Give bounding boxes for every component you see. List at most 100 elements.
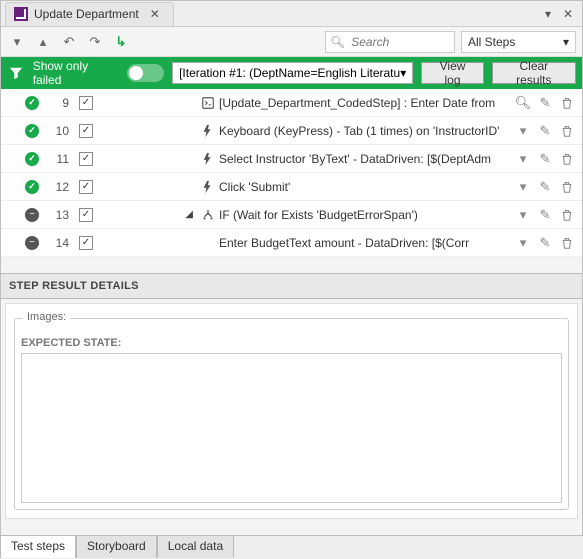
delete-step-icon[interactable] bbox=[556, 152, 578, 166]
enable-checkbox[interactable]: ✓ bbox=[75, 180, 97, 194]
step-extra-icon[interactable]: ▾ bbox=[512, 235, 534, 251]
tree-expander[interactable]: ◢ bbox=[97, 209, 197, 220]
expected-state-label: EXPECTED STATE: bbox=[21, 337, 562, 349]
delete-step-icon[interactable] bbox=[556, 236, 578, 250]
status-cell: ✓ bbox=[21, 96, 43, 110]
step-type-icon bbox=[197, 208, 219, 222]
edit-step-icon[interactable]: ✎ bbox=[534, 151, 556, 167]
step-type-icon bbox=[197, 236, 219, 250]
details-panel: Images: EXPECTED STATE: bbox=[5, 303, 578, 519]
steps-table: ✓9✓[Update_Department_CodedStep] : Enter… bbox=[1, 89, 582, 257]
close-tab-icon[interactable]: ✕ bbox=[145, 5, 165, 23]
status-notrun-icon: − bbox=[25, 236, 39, 250]
table-row[interactable]: −14✓ Enter BudgetText amount - DataDriven… bbox=[1, 229, 582, 257]
enable-checkbox[interactable]: ✓ bbox=[75, 152, 97, 166]
undo-icon[interactable]: ↶ bbox=[59, 32, 79, 52]
window-menu-icon[interactable]: ▾ bbox=[538, 5, 558, 23]
tab-local-data[interactable]: Local data bbox=[157, 535, 234, 558]
edit-step-icon[interactable]: ✎ bbox=[534, 235, 556, 251]
status-cell: ✓ bbox=[21, 124, 43, 138]
clear-results-button[interactable]: Clear results bbox=[492, 62, 576, 84]
table-row[interactable]: ✓12✓Click 'Submit'▾✎ bbox=[1, 173, 582, 201]
filter-icon bbox=[7, 64, 25, 82]
status-cell: ✓ bbox=[21, 180, 43, 194]
step-number: 14 bbox=[43, 236, 75, 250]
delete-step-icon[interactable] bbox=[556, 180, 578, 194]
edit-step-icon[interactable]: ✎ bbox=[534, 179, 556, 195]
details-header: STEP RESULT DETAILS bbox=[1, 273, 582, 299]
table-row[interactable]: ✓9✓[Update_Department_CodedStep] : Enter… bbox=[1, 89, 582, 117]
step-description: Enter BudgetText amount - DataDriven: [$… bbox=[219, 236, 512, 250]
title-bar: Update Department ✕ ▾ ✕ bbox=[1, 1, 582, 27]
status-pass-icon: ✓ bbox=[25, 152, 39, 166]
step-extra-icon[interactable]: ▾ bbox=[512, 179, 534, 195]
steps-filter-dropdown[interactable]: All Steps ▾ bbox=[461, 31, 576, 53]
status-pass-icon: ✓ bbox=[25, 96, 39, 110]
step-extra-icon[interactable]: ▾ bbox=[512, 151, 534, 167]
app-logo-icon bbox=[14, 7, 28, 21]
step-description: IF (Wait for Exists 'BudgetErrorSpan') bbox=[219, 208, 512, 222]
step-type-icon bbox=[197, 124, 219, 138]
step-number: 9 bbox=[43, 96, 75, 110]
delete-step-icon[interactable] bbox=[556, 208, 578, 222]
step-description: Select Instructor 'ByText' - DataDriven:… bbox=[219, 152, 512, 166]
images-label: Images: bbox=[23, 311, 70, 323]
document-title: Update Department bbox=[34, 7, 139, 21]
status-cell: − bbox=[21, 208, 43, 222]
iteration-label: [Iteration #1: (DeptName=English Literat… bbox=[179, 66, 400, 80]
step-extra-icon[interactable]: ▾ bbox=[512, 123, 534, 139]
main-toolbar: ▾ ▴ ↶ ↷ ↳ 🔍︎ All Steps ▾ bbox=[1, 27, 582, 57]
status-pass-icon: ✓ bbox=[25, 180, 39, 194]
enable-checkbox[interactable]: ✓ bbox=[75, 208, 97, 222]
search-input[interactable] bbox=[349, 34, 450, 50]
insert-step-icon[interactable]: ↳ bbox=[111, 32, 131, 52]
step-number: 11 bbox=[43, 152, 75, 166]
step-description: [Update_Department_CodedStep] : Enter Da… bbox=[219, 96, 512, 110]
close-window-icon[interactable]: ✕ bbox=[558, 5, 578, 23]
edit-step-icon[interactable]: ✎ bbox=[534, 95, 556, 111]
edit-step-icon[interactable]: ✎ bbox=[534, 207, 556, 223]
step-extra-icon[interactable]: ▾ bbox=[512, 207, 534, 223]
step-description: Click 'Submit' bbox=[219, 180, 512, 194]
delete-step-icon[interactable] bbox=[556, 96, 578, 110]
search-icon: 🔍︎ bbox=[330, 35, 345, 49]
step-number: 13 bbox=[43, 208, 75, 222]
enable-checkbox[interactable]: ✓ bbox=[75, 96, 97, 110]
step-type-icon bbox=[197, 152, 219, 166]
expected-state-image bbox=[21, 353, 562, 503]
images-group: Images: EXPECTED STATE: bbox=[14, 318, 569, 510]
status-notrun-icon: − bbox=[25, 208, 39, 222]
table-row[interactable]: ✓11✓Select Instructor 'ByText' - DataDri… bbox=[1, 145, 582, 173]
show-failed-toggle[interactable] bbox=[127, 64, 164, 82]
view-log-button[interactable]: View log bbox=[421, 62, 483, 84]
enable-checkbox[interactable]: ✓ bbox=[75, 236, 97, 250]
chevron-down-icon: ▾ bbox=[400, 66, 406, 80]
search-box[interactable]: 🔍︎ bbox=[325, 31, 455, 53]
bottom-tab-strip: Test steps Storyboard Local data bbox=[0, 535, 583, 559]
step-number: 10 bbox=[43, 124, 75, 138]
step-number: 12 bbox=[43, 180, 75, 194]
status-cell: − bbox=[21, 236, 43, 250]
status-cell: ✓ bbox=[21, 152, 43, 166]
steps-filter-label: All Steps bbox=[468, 35, 515, 49]
step-description: Keyboard (KeyPress) - Tab (1 times) on '… bbox=[219, 124, 512, 138]
edit-step-icon[interactable]: ✎ bbox=[534, 123, 556, 139]
status-pass-icon: ✓ bbox=[25, 124, 39, 138]
tab-test-steps[interactable]: Test steps bbox=[0, 535, 76, 558]
move-up-icon[interactable]: ▴ bbox=[33, 32, 53, 52]
chevron-down-icon[interactable]: ▾ bbox=[7, 32, 27, 52]
chevron-down-icon: ▾ bbox=[563, 35, 569, 49]
tab-storyboard[interactable]: Storyboard bbox=[76, 535, 157, 558]
enable-checkbox[interactable]: ✓ bbox=[75, 124, 97, 138]
results-bar: Show only failed [Iteration #1: (DeptNam… bbox=[1, 57, 582, 89]
table-row[interactable]: −13✓◢ IF (Wait for Exists 'BudgetErrorSpa… bbox=[1, 201, 582, 229]
iteration-dropdown[interactable]: [Iteration #1: (DeptName=English Literat… bbox=[172, 62, 413, 84]
step-type-icon bbox=[197, 96, 219, 110]
delete-step-icon[interactable] bbox=[556, 124, 578, 138]
step-type-icon bbox=[197, 180, 219, 194]
show-failed-label: Show only failed bbox=[33, 59, 119, 87]
table-row[interactable]: ✓10✓Keyboard (KeyPress) - Tab (1 times) … bbox=[1, 117, 582, 145]
step-extra-icon[interactable]: 🔍︎ bbox=[512, 95, 534, 111]
document-tab[interactable]: Update Department ✕ bbox=[5, 2, 174, 26]
redo-icon[interactable]: ↷ bbox=[85, 32, 105, 52]
